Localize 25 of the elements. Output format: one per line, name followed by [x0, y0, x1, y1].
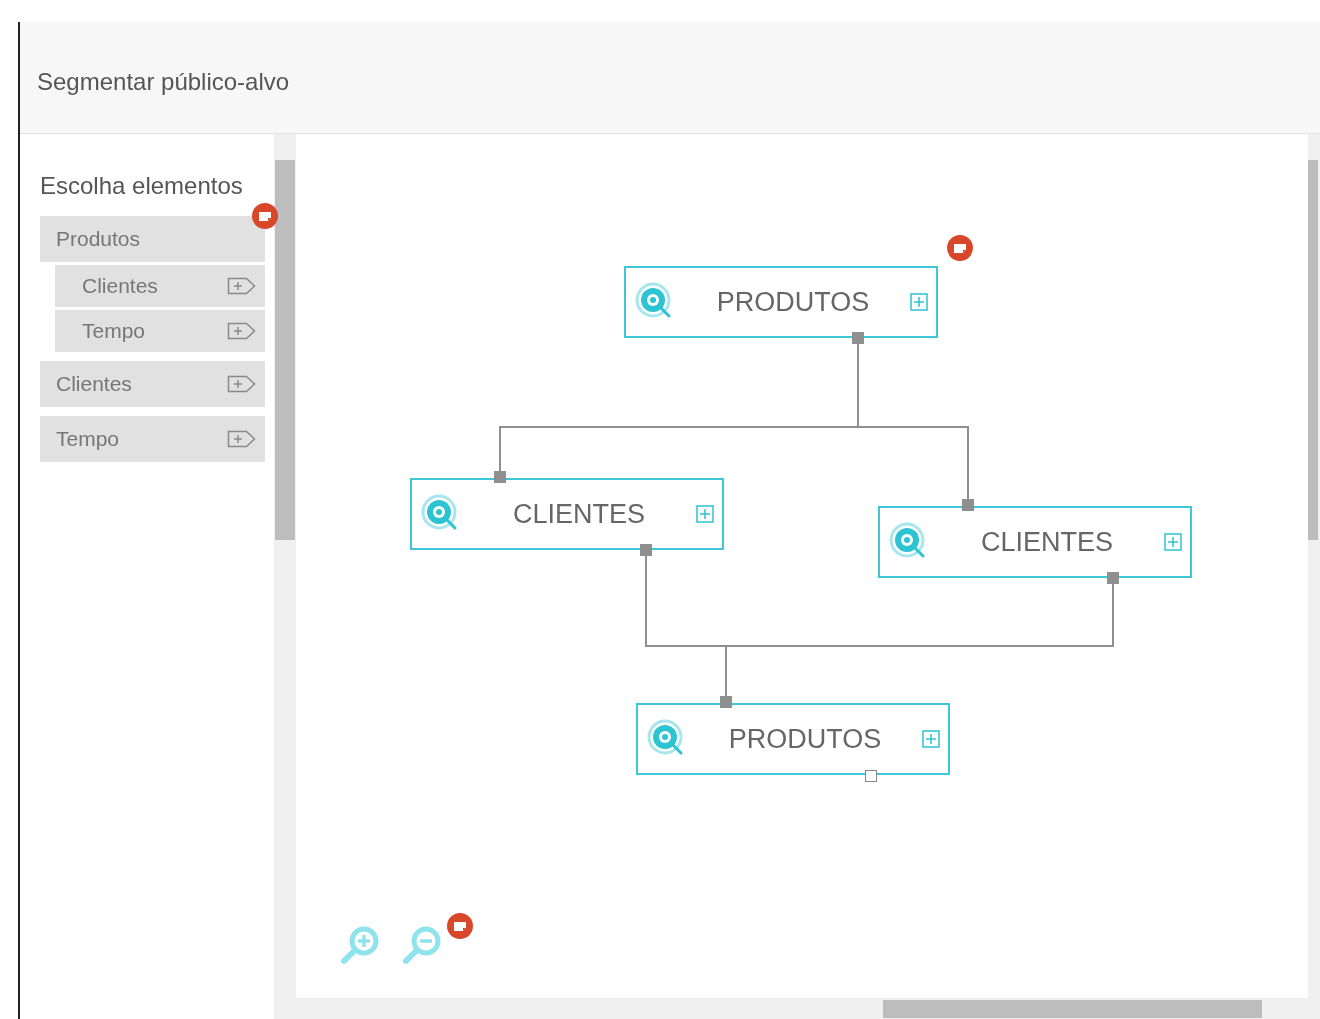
expand-icon[interactable] [696, 505, 714, 523]
entity-node[interactable]: CLIENTES [878, 506, 1192, 578]
expand-icon[interactable] [922, 730, 940, 748]
add-tag-icon[interactable] [227, 321, 257, 341]
note-icon[interactable] [251, 202, 279, 230]
scrollbar[interactable] [1308, 134, 1320, 1019]
add-tag-icon[interactable] [227, 374, 257, 394]
sidebar-subitem[interactable]: Clientes [55, 265, 265, 307]
sidebar-item[interactable]: Tempo [40, 416, 265, 462]
expand-icon[interactable] [1164, 533, 1182, 551]
entity-node[interactable]: PRODUTOS [636, 703, 950, 775]
expand-icon[interactable] [910, 293, 928, 311]
panel-heading: Escolha elementos [40, 171, 244, 201]
note-icon[interactable] [946, 234, 974, 262]
window-title: Segmentar público-alvo [37, 66, 290, 97]
sidebar-item[interactable]: Produtos [40, 216, 265, 262]
entity-node[interactable]: PRODUTOS [624, 266, 938, 338]
add-tag-icon[interactable] [227, 276, 257, 296]
entity-node[interactable]: CLIENTES [410, 478, 724, 550]
connection-port[interactable] [865, 770, 877, 782]
note-icon[interactable] [446, 912, 474, 940]
sidebar-subitem[interactable]: Tempo [55, 310, 265, 352]
sidebar-item[interactable]: Clientes [40, 361, 265, 407]
scrollbar[interactable] [274, 134, 296, 1019]
add-tag-icon[interactable] [227, 429, 257, 449]
